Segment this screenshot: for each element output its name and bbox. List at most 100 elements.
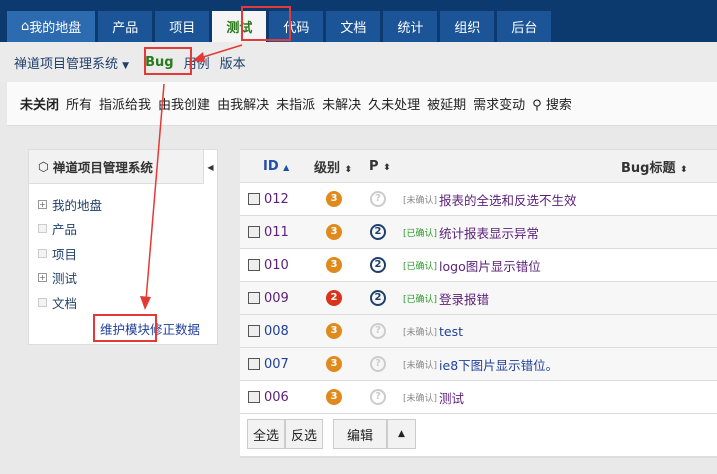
nav-tab[interactable]: 产品 xyxy=(98,11,153,42)
filter-tab[interactable]: 所有 xyxy=(66,94,92,113)
bug-id-link[interactable]: 012 xyxy=(264,192,314,207)
sort-id[interactable]: ID ▲ xyxy=(263,159,289,174)
cube-icon: ⬡ xyxy=(38,159,49,174)
subnav-case[interactable]: 用例 xyxy=(184,53,210,72)
table-row[interactable]: 010 3 2 [已确认] logo图片显示错位 xyxy=(240,249,717,282)
nav-tab[interactable]: 组织 xyxy=(440,11,495,42)
table-row[interactable]: 012 3? [未确认] 报表的全选和反选不生效 xyxy=(240,183,717,216)
table-row[interactable]: 009 2 2 [已确认] 登录报错 xyxy=(240,282,717,315)
batch-edit-button[interactable]: 编辑 xyxy=(333,419,388,449)
priority-badge: 2 xyxy=(370,290,386,306)
priority-badge: ? xyxy=(370,389,386,405)
product-name: 禅道项目管理系统 xyxy=(14,56,119,72)
bug-title-link[interactable]: 测试 xyxy=(439,388,464,407)
invert-select-button[interactable]: 反选 xyxy=(285,419,324,449)
nav-tab[interactable]: 测试 xyxy=(212,11,267,42)
module-tree-item[interactable]: 产品 xyxy=(38,217,217,242)
nav-tab-label: 测试 xyxy=(226,21,253,36)
row-checkbox[interactable] xyxy=(248,358,260,370)
sort-icon: ⬍ xyxy=(680,164,688,175)
bug-title-link[interactable]: test xyxy=(439,324,463,339)
filter-tab[interactable]: 由我创建 xyxy=(158,94,210,113)
nav-tab-label: 我的地盘 xyxy=(29,21,82,36)
nav-tab-label: 代码 xyxy=(283,21,310,36)
row-checkbox[interactable] xyxy=(248,226,260,238)
table-row[interactable]: 006 3? [未确认] 测试 xyxy=(240,381,717,414)
bug-title-link[interactable]: 登录报错 xyxy=(439,289,489,308)
nav-tab[interactable]: 文档 xyxy=(326,11,381,42)
expand-icon[interactable]: + xyxy=(38,273,47,283)
confirm-status: [已确认] xyxy=(403,228,438,239)
nav-tab[interactable]: 代码 xyxy=(269,11,324,42)
search-icon: ⚲ xyxy=(532,98,542,113)
home-icon: ⌂ xyxy=(21,19,30,34)
sort-icon: ⬍ xyxy=(344,164,353,175)
row-checkbox[interactable] xyxy=(248,292,260,304)
filter-tab[interactable]: 未解决 xyxy=(322,94,361,113)
main-nav: ⌂ 我的地盘 产品 项目 测试 代码 文档 统计 组织 后台 xyxy=(0,0,717,42)
bug-id-link[interactable]: 006 xyxy=(264,390,314,405)
bug-title-link[interactable]: logo图片显示错位 xyxy=(439,256,541,275)
bug-title-link[interactable]: 报表的全选和反选不生效 xyxy=(439,190,577,209)
nav-tab[interactable]: 后台 xyxy=(497,11,552,42)
priority-badge: 2 xyxy=(370,257,386,273)
nav-tab[interactable]: ⌂ 我的地盘 xyxy=(7,11,96,42)
bug-id-link[interactable]: 009 xyxy=(264,291,314,306)
expand-icon[interactable]: + xyxy=(38,199,47,209)
module-tree-item[interactable]: + 我的地盘 xyxy=(38,192,217,217)
severity-badge: 3 xyxy=(326,323,342,339)
module-tree-title: 禅道项目管理系统 xyxy=(52,160,153,175)
bug-id-link[interactable]: 007 xyxy=(264,357,314,372)
row-checkbox[interactable] xyxy=(248,391,260,403)
select-all-button[interactable]: 全选 xyxy=(247,419,286,449)
nav-tab-label: 后台 xyxy=(511,21,538,36)
confirm-status: [已确认] xyxy=(403,261,438,272)
sort-severity[interactable]: 级别 ⬍ xyxy=(314,157,352,176)
bug-filter-bar: 未关闭 所有 指派给我 由我创建 由我解决 未指派 未解决 久未处理 被延期 需求变动 ⚲ 搜索 xyxy=(7,82,717,126)
bug-id-link[interactable]: 008 xyxy=(264,324,314,339)
bug-id-link[interactable]: 010 xyxy=(264,258,314,273)
nav-tab[interactable]: 项目 xyxy=(155,11,210,42)
module-tree-header: ⬡ 禅道项目管理系统 xyxy=(29,150,217,184)
collapse-sidebar-button[interactable]: ◀ xyxy=(203,150,217,184)
more-actions-button[interactable]: ▲ xyxy=(387,419,416,449)
search-button[interactable]: ⚲ 搜索 xyxy=(532,94,572,113)
severity-badge: 3 xyxy=(326,224,342,240)
sort-pri[interactable]: P ⬍ xyxy=(369,159,391,174)
module-tree-item[interactable]: 项目 xyxy=(38,241,217,266)
nav-tab[interactable]: 统计 xyxy=(383,11,438,42)
table-row[interactable]: 007 3? [未确认] ie8下图片显示错位。 xyxy=(240,348,717,381)
filter-tab[interactable]: 指派给我 xyxy=(99,94,151,113)
nav-tab-label: 项目 xyxy=(169,21,196,36)
bug-id-link[interactable]: 011 xyxy=(264,225,314,240)
row-checkbox[interactable] xyxy=(248,193,260,205)
product-switcher[interactable]: 禅道项目管理系统 ▼ xyxy=(14,53,129,72)
manage-modules-link[interactable]: 维护模块 xyxy=(100,322,150,337)
table-row[interactable]: 011 3 2 [已确认] 统计报表显示异常 xyxy=(240,216,717,249)
filter-tab[interactable]: 未指派 xyxy=(276,94,315,113)
nav-tab-label: 文档 xyxy=(340,21,367,36)
filter-tab[interactable]: 被延期 xyxy=(427,94,466,113)
fix-data-link[interactable]: 修正数据 xyxy=(150,322,200,337)
bug-title-link[interactable]: ie8下图片显示错位。 xyxy=(439,355,558,374)
subnav-build[interactable]: 版本 xyxy=(220,53,246,72)
subnav-bug[interactable]: Bug xyxy=(145,55,173,70)
table-row[interactable]: 008 3? [未确认] test xyxy=(240,315,717,348)
severity-badge: 3 xyxy=(326,257,342,273)
sort-title[interactable]: Bug标题 ⬍ xyxy=(621,157,688,176)
filter-tab[interactable]: 久未处理 xyxy=(368,94,420,113)
row-checkbox[interactable] xyxy=(248,259,260,271)
sub-nav: 禅道项目管理系统 ▼ Bug 用例 版本 xyxy=(0,42,717,82)
leaf-icon xyxy=(38,297,47,307)
filter-tab[interactable]: 由我解决 xyxy=(217,94,269,113)
module-tree-item[interactable]: 文档 xyxy=(38,290,217,315)
filter-tab[interactable]: 未关闭 xyxy=(20,94,59,113)
module-tree-panel: ⬡ 禅道项目管理系统 ◀ + 我的地盘 产品 项目 + 测试 文档 维护模块修正数据 xyxy=(28,149,218,345)
priority-badge: 2 xyxy=(370,224,386,240)
row-checkbox[interactable] xyxy=(248,325,260,337)
sort-icon: ⬍ xyxy=(383,162,391,173)
filter-tab[interactable]: 需求变动 xyxy=(473,94,525,113)
module-tree-item[interactable]: + 测试 xyxy=(38,266,217,291)
bug-title-link[interactable]: 统计报表显示异常 xyxy=(439,223,539,242)
severity-badge: 2 xyxy=(326,290,342,306)
